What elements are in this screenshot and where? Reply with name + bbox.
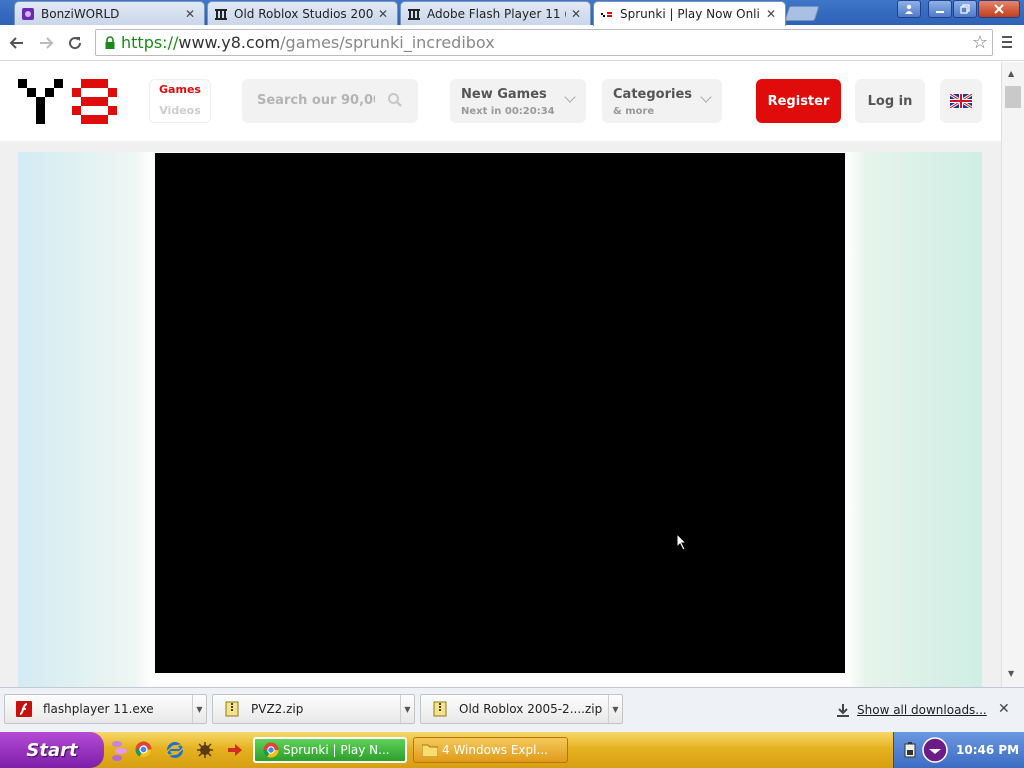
download-menu-arrow-icon[interactable]: ▼ bbox=[192, 695, 206, 723]
tab-title: Adobe Flash Player 11 ( bbox=[427, 6, 566, 21]
search-box[interactable]: Search our 90,000 bbox=[242, 79, 418, 123]
tab-close-icon[interactable]: ✕ bbox=[570, 7, 582, 21]
scroll-up-arrow-icon[interactable]: ▲ bbox=[1008, 69, 1014, 78]
tab-title: Sprunki | Play Now Onli bbox=[620, 7, 760, 21]
tray-app-icon[interactable] bbox=[922, 737, 948, 766]
chevron-down-icon bbox=[700, 91, 712, 103]
download-item[interactable]: Old Roblox 2005-2....zip ▼ bbox=[420, 694, 623, 724]
download-filename: flashplayer 11.exe bbox=[43, 702, 154, 716]
archive-favicon-icon bbox=[214, 7, 228, 21]
chrome-icon bbox=[263, 742, 279, 758]
arrow-quicklaunch-icon[interactable] bbox=[226, 741, 244, 762]
download-arrow-icon bbox=[836, 703, 850, 720]
tab-title: BonziWORLD bbox=[41, 6, 120, 21]
flash-icon bbox=[15, 700, 33, 718]
tab-title: Old Roblox Studios 2006 bbox=[234, 6, 373, 21]
system-tray: 10:46 PM bbox=[893, 732, 1024, 768]
reload-icon[interactable] bbox=[63, 31, 87, 55]
search-icon[interactable] bbox=[387, 92, 403, 111]
nav-videos[interactable]: Videos bbox=[150, 104, 210, 117]
taskbar-task-explorer[interactable]: 4 Windows Expl... bbox=[413, 737, 568, 763]
y8-logo[interactable] bbox=[18, 79, 118, 128]
browser-toolbar: https://www.y8.com/games/sprunki_incredi… bbox=[0, 25, 1024, 61]
windows-taskbar: Start Sprunki | Play N... 4 Windows Expl… bbox=[0, 732, 1024, 768]
downloads-bar: flashplayer 11.exe ▼ PVZ2.zip ▼ Old Robl… bbox=[0, 687, 1024, 732]
games-videos-switch: Games Videos bbox=[149, 79, 211, 123]
minimize-button[interactable] bbox=[928, 0, 952, 18]
scrollbar-thumb[interactable] bbox=[1005, 86, 1021, 108]
address-bar[interactable]: https://www.y8.com/games/sprunki_incredi… bbox=[95, 29, 993, 56]
back-arrow-icon[interactable] bbox=[5, 31, 29, 55]
download-filename: PVZ2.zip bbox=[251, 702, 304, 716]
chrome-quicklaunch-icon[interactable] bbox=[135, 741, 152, 761]
language-selector[interactable] bbox=[940, 79, 982, 123]
tab-sprunki[interactable]: Sprunki | Play Now Onli ✕ bbox=[593, 1, 786, 26]
battery-icon[interactable] bbox=[904, 742, 916, 761]
show-all-downloads-link[interactable]: Show all downloads... bbox=[857, 703, 987, 717]
task-label: 4 Windows Expl... bbox=[442, 743, 548, 757]
nav-games[interactable]: Games bbox=[150, 83, 210, 96]
site-header: Games Videos Search our 90,000 New Games… bbox=[0, 62, 1001, 141]
new-tab-button[interactable] bbox=[784, 6, 820, 21]
profile-icon[interactable] bbox=[897, 0, 921, 18]
browser-tab-strip: BonziWORLD ✕ Old Roblox Studios 2006 ✕ A… bbox=[0, 0, 1024, 26]
download-item[interactable]: flashplayer 11.exe ▼ bbox=[4, 694, 207, 724]
new-games-label: New Games bbox=[461, 87, 547, 102]
app-quicklaunch-icon[interactable] bbox=[196, 741, 214, 762]
close-window-button[interactable] bbox=[978, 0, 1020, 18]
vertical-scrollbar[interactable]: ▲ ▼ bbox=[1001, 62, 1024, 687]
tab-bonziworld[interactable]: BonziWORLD ✕ bbox=[14, 1, 205, 25]
web-page: Games Videos Search our 90,000 New Games… bbox=[0, 62, 1001, 687]
new-games-dropdown[interactable]: New Games Next in 00:20:34 bbox=[450, 79, 586, 123]
close-downloads-bar-icon[interactable]: ✕ bbox=[998, 701, 1010, 717]
register-button[interactable]: Register bbox=[756, 79, 841, 123]
categories-dropdown[interactable]: Categories & more bbox=[602, 79, 722, 123]
url-text: https://www.y8.com/games/sprunki_incredi… bbox=[121, 33, 495, 52]
search-input[interactable]: Search our 90,000 bbox=[257, 93, 375, 108]
download-menu-arrow-icon[interactable]: ▼ bbox=[608, 695, 622, 723]
zip-icon bbox=[223, 700, 241, 718]
bookmark-star-icon[interactable]: ☆ bbox=[972, 32, 988, 53]
download-menu-arrow-icon[interactable]: ▼ bbox=[400, 695, 414, 723]
forward-arrow-icon[interactable] bbox=[34, 31, 58, 55]
folder-icon bbox=[422, 744, 438, 757]
y8-favicon-icon bbox=[600, 7, 614, 21]
tab-close-icon[interactable]: ✕ bbox=[377, 7, 389, 21]
tab-close-icon[interactable]: ✕ bbox=[765, 7, 777, 21]
tab-close-icon[interactable]: ✕ bbox=[184, 7, 196, 21]
archive-favicon-icon bbox=[407, 7, 421, 21]
download-filename: Old Roblox 2005-2....zip bbox=[459, 702, 603, 716]
restore-button[interactable] bbox=[953, 0, 977, 18]
chrome-menu-icon[interactable] bbox=[998, 31, 1016, 53]
taskbar-task-chrome[interactable]: Sprunki | Play N... bbox=[253, 737, 407, 763]
quicklaunch-flowers-icon[interactable] bbox=[110, 738, 130, 765]
zip-icon bbox=[431, 700, 449, 718]
scroll-down-arrow-icon[interactable]: ▼ bbox=[1008, 669, 1014, 678]
mouse-cursor-icon bbox=[676, 532, 688, 554]
task-label: Sprunki | Play N... bbox=[283, 743, 390, 757]
lock-icon bbox=[101, 35, 119, 50]
uk-flag-icon bbox=[949, 92, 973, 111]
categories-sub: & more bbox=[613, 106, 655, 117]
start-button[interactable]: Start bbox=[0, 732, 104, 768]
tab-adobe-flash[interactable]: Adobe Flash Player 11 ( ✕ bbox=[400, 1, 591, 25]
internet-explorer-icon[interactable] bbox=[166, 741, 184, 762]
download-item[interactable]: PVZ2.zip ▼ bbox=[212, 694, 415, 724]
tab-old-roblox-studios[interactable]: Old Roblox Studios 2006 ✕ bbox=[207, 1, 398, 25]
game-frame[interactable] bbox=[155, 153, 845, 673]
new-games-timer: Next in 00:20:34 bbox=[461, 106, 555, 117]
bonziworld-favicon-icon bbox=[21, 7, 35, 21]
clock[interactable]: 10:46 PM bbox=[956, 743, 1019, 757]
login-button[interactable]: Log in bbox=[855, 79, 925, 123]
categories-label: Categories bbox=[613, 87, 693, 102]
chevron-down-icon bbox=[564, 91, 576, 103]
